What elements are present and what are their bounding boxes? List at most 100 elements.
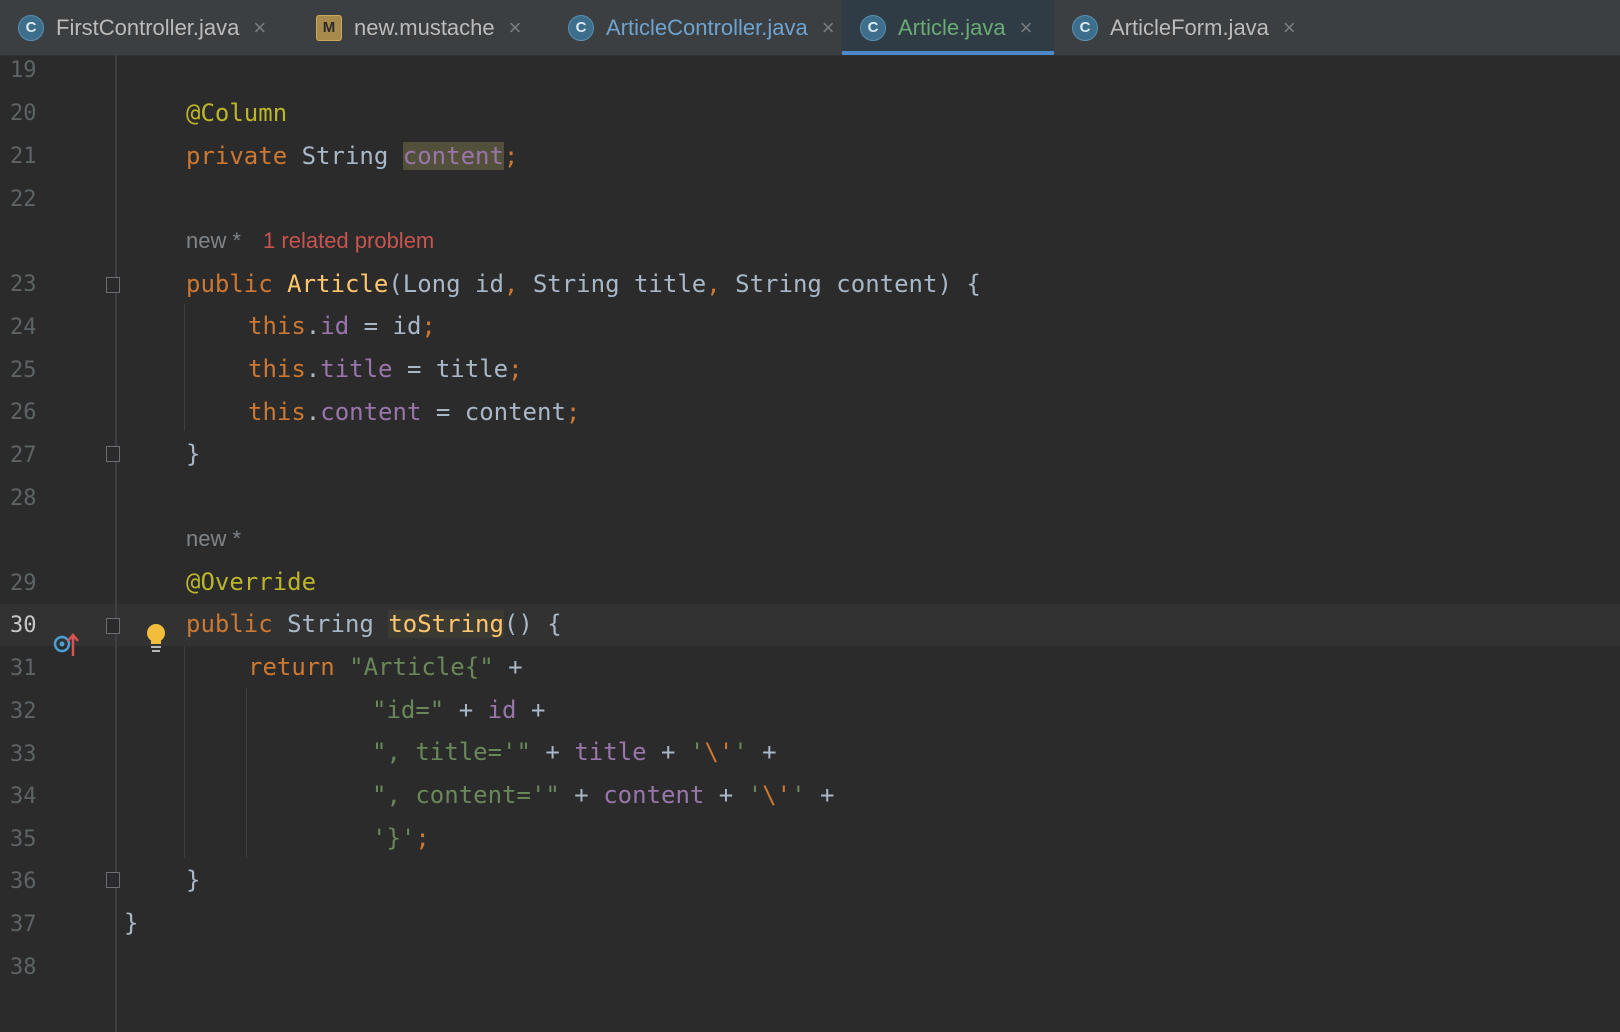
string-literal: ", content='" xyxy=(372,781,560,809)
code-line-37[interactable]: } xyxy=(124,909,138,937)
code-line-34[interactable]: ", content='" + content + '\'' + xyxy=(372,781,834,809)
code-line-29[interactable]: @Override xyxy=(186,568,316,596)
paren: ( xyxy=(388,270,403,298)
close-icon[interactable]: × xyxy=(509,15,522,41)
line-number: 35 xyxy=(10,827,37,852)
keyword: this xyxy=(248,355,306,383)
semicolon: ; xyxy=(421,312,436,340)
line-number: 22 xyxy=(10,187,37,212)
keyword: this xyxy=(248,312,306,340)
code-line-26[interactable]: this.content = content; xyxy=(248,398,580,426)
fold-marker-icon[interactable] xyxy=(106,872,120,888)
escape-sequence: \' xyxy=(704,738,734,766)
line-number-current: 30 xyxy=(10,613,37,638)
line-number: 37 xyxy=(10,912,37,937)
class-icon: C xyxy=(1072,14,1098,41)
line-number: 28 xyxy=(10,486,37,511)
dot: . xyxy=(305,355,321,383)
field: title xyxy=(320,355,393,383)
author-hint: new * xyxy=(186,228,242,253)
comma: , xyxy=(503,270,519,298)
field: content xyxy=(603,781,705,809)
keyword: private xyxy=(186,142,288,170)
escape-sequence: \' xyxy=(762,781,792,809)
field: id xyxy=(487,696,517,724)
code-line-25[interactable]: this.title = title; xyxy=(248,355,523,383)
operator: + xyxy=(444,696,488,724)
code-line-35[interactable]: '}'; xyxy=(372,824,430,852)
char-quote: ' xyxy=(733,738,748,766)
close-icon[interactable]: × xyxy=(822,15,835,41)
semicolon: ; xyxy=(503,142,519,170)
tab-article-controller[interactable]: C ArticleController.java × xyxy=(550,0,842,55)
code-vision-hint[interactable]: new * 1 related problem xyxy=(186,228,434,254)
operator: + xyxy=(805,781,835,809)
dot: . xyxy=(305,398,321,426)
assignment: = title xyxy=(392,355,509,383)
lightbulb-icon[interactable] xyxy=(145,623,167,653)
mustache-icon: M xyxy=(316,14,342,41)
code-line-33[interactable]: ", title='" + title + '\'' + xyxy=(372,738,777,766)
param: id xyxy=(475,270,504,298)
line-number: 38 xyxy=(10,955,37,980)
semicolon: ; xyxy=(565,398,581,426)
type: Long xyxy=(402,270,461,298)
line-number: 23 xyxy=(10,272,37,297)
close-icon[interactable]: × xyxy=(1020,15,1033,41)
type: String xyxy=(532,270,620,298)
type: String xyxy=(301,142,389,170)
param: content xyxy=(836,270,938,298)
line-number: 27 xyxy=(10,443,37,468)
string-literal: "id=" xyxy=(372,696,445,724)
semicolon: ; xyxy=(415,824,430,852)
tab-article[interactable]: C Article.java × xyxy=(842,0,1054,55)
tab-label: FirstController.java xyxy=(56,14,240,40)
author-hint: new * xyxy=(186,526,242,551)
code-line-32[interactable]: "id=" + id + xyxy=(372,696,545,724)
indent-guide xyxy=(184,304,185,431)
tab-label: ArticleController.java xyxy=(606,14,808,40)
code-line-27[interactable]: } xyxy=(186,440,200,468)
code-line-23[interactable]: public Article(Long id, String title, St… xyxy=(186,270,981,298)
type: String xyxy=(287,610,374,638)
char-quote: ' xyxy=(747,781,763,809)
code-line-30[interactable]: public String toString() { xyxy=(186,610,562,638)
field: content xyxy=(320,398,422,426)
tab-new-mustache[interactable]: M new.mustache × xyxy=(298,0,544,55)
keyword: public xyxy=(186,610,273,638)
keyword: public xyxy=(186,270,273,298)
indent-guide xyxy=(246,688,247,858)
code-line-31[interactable]: return "Article{" + xyxy=(248,653,523,681)
close-icon[interactable]: × xyxy=(253,15,266,41)
line-number: 20 xyxy=(10,101,37,126)
assignment: = content xyxy=(421,398,566,426)
line-number: 24 xyxy=(10,315,37,340)
line-number: 36 xyxy=(10,869,37,894)
field-name-highlighted: content xyxy=(402,142,504,170)
fold-marker-icon[interactable] xyxy=(106,446,120,462)
related-problem-link[interactable]: 1 related problem xyxy=(263,228,434,253)
tab-article-form[interactable]: C ArticleForm.java × xyxy=(1054,0,1316,55)
fold-marker-icon[interactable] xyxy=(106,618,120,634)
char-quote: ' xyxy=(791,781,806,809)
comma: , xyxy=(706,270,721,298)
operator: + xyxy=(530,738,575,766)
operator: + xyxy=(704,781,748,809)
field: id xyxy=(320,312,350,340)
class-icon: C xyxy=(18,14,44,41)
code-vision-hint[interactable]: new * xyxy=(186,526,241,552)
line-number: 29 xyxy=(10,571,37,596)
tab-first-controller[interactable]: C FirstController.java × xyxy=(0,0,292,55)
code-line-21[interactable]: private String content; xyxy=(186,142,518,170)
string-literal: "Article{" xyxy=(349,653,494,681)
annotation: @Override xyxy=(186,568,317,596)
code-line-36[interactable]: } xyxy=(186,866,200,894)
close-icon[interactable]: × xyxy=(1283,15,1296,41)
override-marker-icon[interactable] xyxy=(52,632,80,660)
class-icon: C xyxy=(568,14,594,41)
code-line-24[interactable]: this.id = id; xyxy=(248,312,436,340)
line-number: 26 xyxy=(10,400,37,425)
fold-marker-icon[interactable] xyxy=(106,277,120,293)
code-line-20[interactable]: @Column xyxy=(186,99,287,127)
operator: + xyxy=(516,696,546,724)
